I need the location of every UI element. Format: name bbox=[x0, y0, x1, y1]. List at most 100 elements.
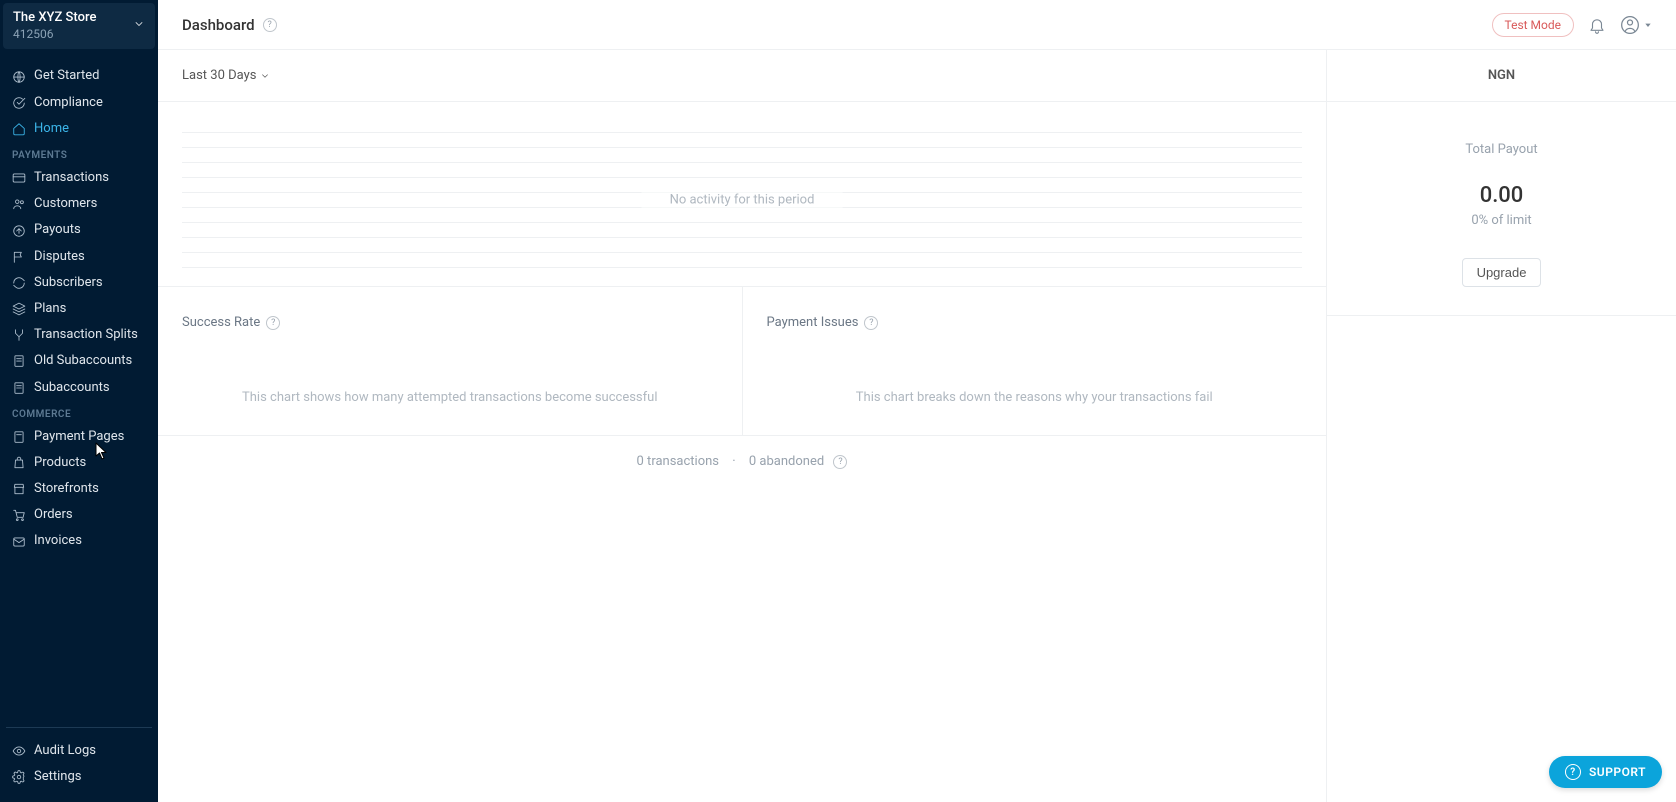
nav-label: Storefronts bbox=[34, 480, 99, 498]
layers-icon bbox=[12, 302, 26, 316]
store-switcher[interactable]: The XYZ Store 412506 bbox=[3, 3, 155, 49]
summary-row: 0 transactions · 0 abandoned ? bbox=[158, 436, 1326, 489]
help-icon[interactable]: ? bbox=[263, 18, 277, 32]
chevron-down-icon bbox=[133, 18, 145, 34]
main: Dashboard ? Test Mode Last 30 Days bbox=[158, 0, 1676, 802]
split-icon bbox=[12, 328, 26, 342]
activity-empty-text: No activity for this period bbox=[642, 193, 843, 208]
nav-label: Old Subaccounts bbox=[34, 352, 132, 370]
sidebar-item-products[interactable]: Products bbox=[0, 450, 158, 476]
gridline bbox=[182, 252, 1302, 253]
transactions-count: 0 transactions bbox=[637, 454, 720, 469]
sidebar-item-settings[interactable]: Settings bbox=[6, 764, 152, 790]
separator-dot: · bbox=[732, 454, 735, 469]
nav-label: Compliance bbox=[34, 94, 103, 112]
eye-icon bbox=[12, 744, 26, 758]
support-button[interactable]: ? SUPPORT bbox=[1549, 756, 1662, 788]
page-icon bbox=[12, 354, 26, 368]
payout-value: 0.00 bbox=[1327, 183, 1676, 209]
card-icon bbox=[12, 171, 26, 185]
avatar-icon bbox=[1620, 15, 1640, 35]
nav-label: Plans bbox=[34, 300, 66, 318]
cart-icon bbox=[12, 508, 26, 522]
sidebar-item-invoices[interactable]: Invoices bbox=[0, 528, 158, 554]
nav-footer: Audit Logs Settings bbox=[6, 727, 152, 802]
help-icon[interactable]: ? bbox=[864, 316, 878, 330]
gridline bbox=[182, 147, 1302, 148]
flag-icon bbox=[12, 250, 26, 264]
caret-down-icon bbox=[1644, 21, 1652, 29]
gridline bbox=[182, 162, 1302, 163]
store-id: 412506 bbox=[13, 27, 96, 43]
arrow-up-circle-icon bbox=[12, 224, 26, 238]
activity-card: No activity for this period bbox=[158, 102, 1326, 286]
bell-icon[interactable] bbox=[1588, 16, 1606, 34]
sidebar-item-subaccounts[interactable]: Subaccounts bbox=[0, 375, 158, 401]
sidebar: The XYZ Store 412506 Get Started Complia… bbox=[0, 0, 158, 802]
sidebar-item-old-subaccounts[interactable]: Old Subaccounts bbox=[0, 348, 158, 374]
payment-issues-card: Payment Issues ? This chart breaks down … bbox=[743, 287, 1327, 435]
abandoned-count: 0 abandoned bbox=[749, 454, 824, 469]
sidebar-item-get-started[interactable]: Get Started bbox=[0, 63, 158, 89]
gridline bbox=[182, 177, 1302, 178]
mail-icon bbox=[12, 535, 26, 549]
gridline bbox=[182, 132, 1302, 133]
nav-label: Invoices bbox=[34, 532, 82, 550]
home-icon bbox=[12, 122, 26, 136]
gear-icon bbox=[12, 770, 26, 784]
sidebar-item-audit-logs[interactable]: Audit Logs bbox=[6, 738, 152, 764]
check-circle-icon bbox=[12, 96, 26, 110]
nav-label: Get Started bbox=[34, 67, 99, 85]
sidebar-item-customers[interactable]: Customers bbox=[0, 191, 158, 217]
nav-label: Orders bbox=[34, 506, 73, 524]
nav-label: Subscribers bbox=[34, 274, 103, 292]
sidebar-item-home[interactable]: Home bbox=[0, 116, 158, 142]
content-main: Last 30 Days No activity for this pe bbox=[158, 50, 1326, 802]
success-rate-empty: This chart shows how many attempted tran… bbox=[182, 390, 718, 405]
nav-label: Payment Pages bbox=[34, 428, 124, 446]
gridline bbox=[182, 222, 1302, 223]
sidebar-item-storefronts[interactable]: Storefronts bbox=[0, 476, 158, 502]
bag-icon bbox=[12, 456, 26, 470]
gridline bbox=[182, 237, 1302, 238]
nav-label: Transactions bbox=[34, 169, 109, 187]
support-label: SUPPORT bbox=[1589, 765, 1646, 779]
help-icon: ? bbox=[1565, 764, 1581, 780]
nav-section-commerce: COMMERCE bbox=[0, 401, 158, 424]
nav-label: Subaccounts bbox=[34, 379, 110, 397]
sidebar-item-subscribers[interactable]: Subscribers bbox=[0, 270, 158, 296]
payment-issues-empty: This chart breaks down the reasons why y… bbox=[767, 390, 1303, 405]
nav-label: Transaction Splits bbox=[34, 326, 138, 344]
sidebar-item-transaction-splits[interactable]: Transaction Splits bbox=[0, 322, 158, 348]
gridline bbox=[182, 267, 1302, 268]
sidebar-item-disputes[interactable]: Disputes bbox=[0, 244, 158, 270]
date-range-filter[interactable]: Last 30 Days bbox=[182, 68, 270, 83]
payment-issues-title: Payment Issues bbox=[767, 315, 859, 330]
nav-scroll: Get Started Compliance Home PAYMENTS Tra… bbox=[0, 49, 158, 726]
content-side: NGN Total Payout 0.00 0% of limit Upgrad… bbox=[1326, 50, 1676, 802]
sidebar-item-orders[interactable]: Orders bbox=[0, 502, 158, 528]
help-icon[interactable]: ? bbox=[266, 316, 280, 330]
sidebar-item-plans[interactable]: Plans bbox=[0, 296, 158, 322]
topbar: Dashboard ? Test Mode bbox=[158, 0, 1676, 50]
user-menu[interactable] bbox=[1620, 15, 1652, 35]
test-mode-badge[interactable]: Test Mode bbox=[1492, 13, 1575, 37]
refresh-icon bbox=[12, 276, 26, 290]
date-range-label: Last 30 Days bbox=[182, 68, 256, 83]
nav-label: Settings bbox=[34, 768, 81, 786]
upgrade-button[interactable]: Upgrade bbox=[1462, 258, 1542, 287]
nav-label: Products bbox=[34, 454, 86, 472]
success-rate-card: Success Rate ? This chart shows how many… bbox=[158, 287, 743, 435]
sidebar-item-compliance[interactable]: Compliance bbox=[0, 90, 158, 116]
page-icon bbox=[12, 381, 26, 395]
sidebar-item-transactions[interactable]: Transactions bbox=[0, 165, 158, 191]
currency-selector[interactable]: NGN bbox=[1488, 68, 1515, 83]
nav-label: Disputes bbox=[34, 248, 85, 266]
success-rate-title: Success Rate bbox=[182, 315, 260, 330]
sidebar-item-payment-pages[interactable]: Payment Pages bbox=[0, 424, 158, 450]
payout-label: Total Payout bbox=[1327, 142, 1676, 157]
users-icon bbox=[12, 197, 26, 211]
sidebar-item-payouts[interactable]: Payouts bbox=[0, 217, 158, 243]
globe-icon bbox=[12, 70, 26, 84]
help-icon[interactable]: ? bbox=[833, 455, 847, 469]
